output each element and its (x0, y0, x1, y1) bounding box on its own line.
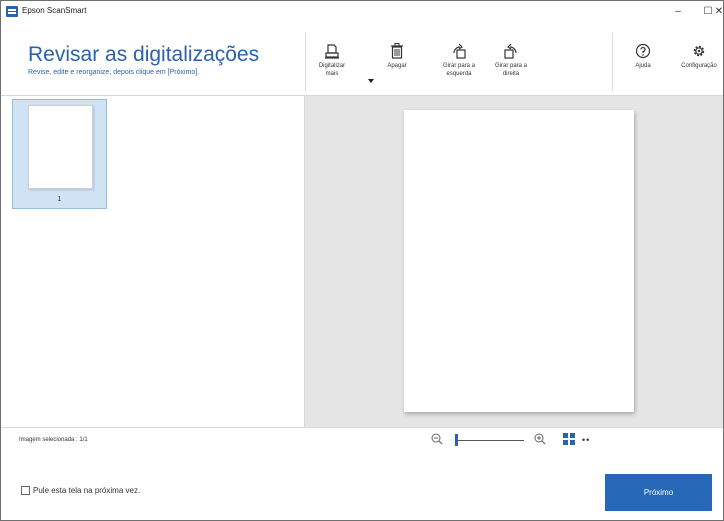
zoom-slider-track[interactable] (456, 440, 524, 441)
toolbar-divider (612, 33, 613, 91)
app-window: Epson ScanSmart – ☐ ✕ Revisar as digital… (0, 0, 724, 521)
scanner-icon (325, 44, 339, 59)
zoom-slider-thumb[interactable] (455, 434, 458, 446)
app-logo-icon (6, 6, 18, 17)
page-subtitle: Revise, edite e reorganize, depois cliqu… (28, 69, 200, 76)
minimize-button[interactable]: – (663, 1, 693, 23)
thumbnail-page (28, 105, 93, 189)
fit-to-window-icon[interactable] (563, 433, 575, 445)
header: Revisar as digitalizações Revise, edite … (1, 23, 723, 96)
skip-screen-checkbox[interactable] (21, 486, 30, 495)
rotate-left-label: Girar para a esquerda (442, 63, 475, 77)
page-title: Revisar as digitalizações (28, 43, 260, 66)
window-title: Epson ScanSmart (22, 6, 87, 15)
rotate-left-icon (453, 43, 466, 59)
scan-more-dropdown-icon[interactable] (368, 79, 374, 83)
thumbnail-number: 1 (57, 196, 62, 203)
delete-button[interactable]: Apagar (385, 43, 409, 70)
delete-label: Apagar (387, 63, 407, 69)
rotate-right-icon (504, 43, 517, 59)
settings-label: Configuração (681, 63, 717, 69)
next-button[interactable]: Próximo (605, 474, 712, 511)
title-bar: Epson ScanSmart – ☐ ✕ (1, 1, 723, 23)
rotate-right-label: Girar para a direita (494, 63, 527, 77)
more-options-icon[interactable]: •• (582, 436, 590, 445)
selected-image-status: Imagem selecionada : 1/1 (19, 437, 88, 443)
help-label: Ajuda (635, 63, 651, 69)
zoom-in-icon[interactable] (534, 433, 546, 446)
status-bar: Imagem selecionada : 1/1 •• (1, 427, 723, 454)
footer: Pule esta tela na próxima vez. Próximo (1, 453, 723, 520)
scan-more-label: Digitalizar mais (318, 63, 346, 77)
rotate-right-button[interactable]: Girar para a direita (489, 43, 533, 78)
rotate-left-button[interactable]: Girar para a esquerda (434, 43, 484, 78)
thumbnail-pane: 1 (1, 96, 304, 427)
zoom-out-icon[interactable] (431, 433, 443, 446)
thumbnail-item[interactable]: 1 (12, 99, 107, 209)
help-circle-icon (635, 43, 651, 59)
scan-more-button[interactable]: Digitalizar mais (314, 43, 350, 78)
trash-icon (391, 43, 403, 59)
settings-button[interactable]: Configuração (675, 43, 723, 70)
toolbar-divider (305, 33, 306, 91)
close-button[interactable]: ✕ (713, 1, 723, 23)
skip-screen-label[interactable]: Pule esta tela na próxima vez. (33, 486, 140, 495)
preview-page (404, 110, 634, 412)
gear-icon (693, 45, 705, 57)
help-button[interactable]: Ajuda (628, 43, 658, 70)
preview-pane (305, 96, 723, 427)
